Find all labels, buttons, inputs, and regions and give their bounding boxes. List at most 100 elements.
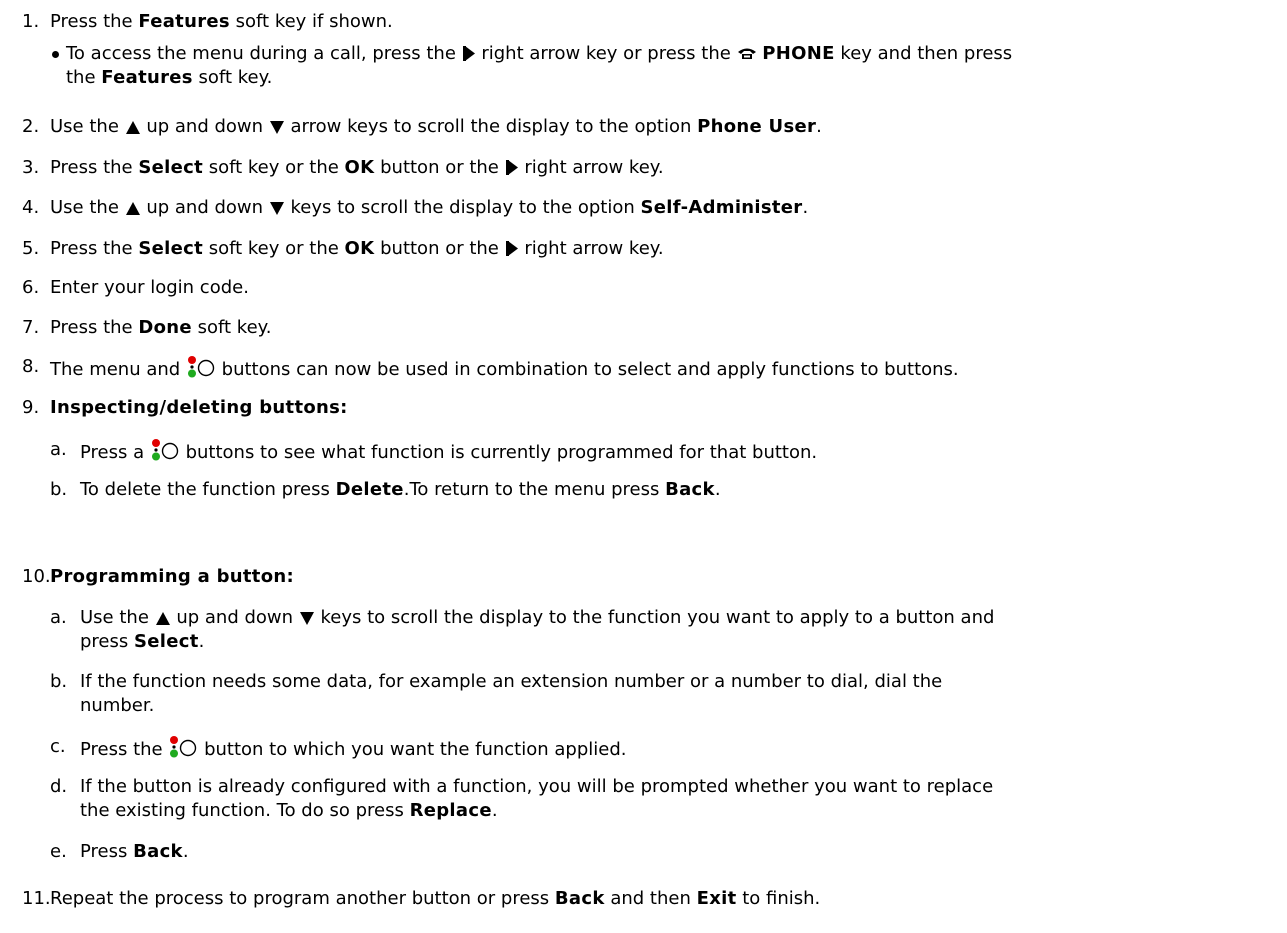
sub-step-text: number.: [80, 694, 154, 718]
sub-step-text: If the button is already configured with…: [80, 775, 993, 799]
step-text: Use the up and down keys to scroll the d…: [50, 196, 808, 220]
up-arrow-icon: [125, 121, 140, 134]
text-run: right arrow key or press the: [475, 43, 737, 64]
text-run: .: [198, 631, 205, 652]
text-run: and then: [604, 888, 697, 909]
bold-term: Programming a button:: [50, 566, 294, 587]
text-run: To delete the function press: [80, 479, 336, 500]
text-run: .: [802, 197, 809, 218]
text-run: keys to scroll the display to the functi…: [314, 607, 995, 628]
text-run: the existing function. To do so press: [80, 800, 410, 821]
text-run: Repeat the process to program another bu…: [50, 888, 555, 909]
down-arrow-icon: [299, 612, 314, 625]
bullet-text: the Features soft key.: [66, 66, 272, 90]
text-run: up and down: [140, 197, 269, 218]
text-run: .: [714, 479, 721, 500]
bold-term: Select: [138, 157, 203, 178]
bold-term: Inspecting/deleting buttons:: [50, 397, 348, 418]
sub-step-text: Press Back.: [80, 840, 189, 864]
bold-term: PHONE: [762, 43, 835, 64]
bold-term: Self-Administer: [640, 197, 803, 218]
text-run: right arrow key.: [518, 157, 664, 178]
bold-term: Back: [665, 479, 715, 500]
text-run: Press the: [50, 11, 139, 32]
bold-term: Exit: [696, 888, 737, 909]
step-text: Repeat the process to program another bu…: [50, 887, 820, 911]
bold-term: Select: [133, 631, 199, 652]
bold-term: OK: [344, 238, 375, 259]
step-number: 11.: [22, 888, 51, 909]
step-number: 10.: [22, 566, 51, 587]
button-lamp-icon: [187, 356, 215, 378]
phone-icon: [737, 48, 756, 59]
step-text: Inspecting/deleting buttons:: [50, 396, 348, 420]
bold-term: Back: [133, 841, 183, 862]
text-run: Press the: [50, 238, 139, 259]
step-text: Press the Done soft key.: [50, 316, 271, 340]
text-run: press: [80, 631, 134, 652]
text-run: button or the: [374, 238, 505, 259]
text-run: The menu and: [50, 359, 186, 380]
bold-term: Back: [554, 888, 605, 909]
text-run: Use the: [80, 607, 155, 628]
text-run: keys to scroll the display to the option: [284, 197, 641, 218]
step-number: 4.: [22, 197, 40, 218]
sub-step-text: Use the up and down keys to scroll the d…: [80, 606, 994, 630]
text-run: Press the: [80, 739, 169, 760]
text-run: button or the: [374, 157, 505, 178]
bold-term: Features: [138, 11, 230, 32]
step-number: 3.: [22, 157, 40, 178]
right-arrow-icon: [462, 46, 475, 61]
text-run: .: [182, 841, 189, 862]
step-text: Enter your login code.: [50, 276, 249, 300]
step-number: 1.: [22, 11, 40, 32]
text-run: up and down: [170, 607, 299, 628]
step-number: 5.: [22, 238, 40, 259]
button-lamp-icon: [170, 736, 197, 758]
down-arrow-icon: [269, 121, 284, 134]
sub-step-text: To delete the function press Delete.To r…: [80, 478, 721, 502]
step-text: Press the Select soft key or the OK butt…: [50, 237, 664, 261]
text-run: soft key or the: [202, 157, 345, 178]
text-run: button to which you want the function ap…: [198, 739, 627, 760]
bold-term: Delete: [335, 479, 404, 500]
down-arrow-icon: [269, 202, 284, 215]
sub-step-text: If the function needs some data, for exa…: [80, 670, 942, 694]
text-run: buttons to see what function is currentl…: [179, 442, 818, 463]
sub-step-text: Press a buttons to see what function is …: [80, 438, 817, 465]
text-run: soft key if shown.: [229, 11, 393, 32]
sub-step-letter: b.: [50, 479, 68, 500]
right-arrow-icon: [505, 160, 518, 175]
text-run: If the button is already configured with…: [80, 776, 994, 797]
text-run: soft key.: [192, 67, 273, 88]
text-run: right arrow key.: [518, 238, 664, 259]
text-run: .To return to the menu press: [403, 479, 666, 500]
step-number: 6.: [22, 277, 40, 298]
sub-step-letter: e.: [50, 841, 67, 862]
text-run: up and down: [140, 116, 269, 137]
step-number: 7.: [22, 317, 40, 338]
button-lamp-icon: [151, 439, 179, 461]
sub-step-letter: a.: [50, 607, 67, 628]
text-run: soft key.: [191, 317, 272, 338]
bold-term: Done: [138, 317, 192, 338]
bold-term: OK: [344, 157, 375, 178]
text-run: buttons can now be used in combination t…: [215, 359, 959, 380]
sub-step-letter: b.: [50, 671, 68, 692]
text-run: soft key or the: [202, 238, 345, 259]
text-run: arrow keys to scroll the display to the …: [284, 116, 698, 137]
text-run: To access the menu during a call, press …: [66, 43, 462, 64]
right-arrow-icon: [505, 241, 518, 256]
step-text: Use the up and down arrow keys to scroll…: [50, 115, 822, 139]
text-run: Enter your login code.: [50, 277, 249, 298]
sub-step-letter: a.: [50, 439, 67, 460]
text-run: Press the: [50, 157, 139, 178]
text-run: the: [66, 67, 102, 88]
up-arrow-icon: [155, 612, 170, 625]
bold-term: Select: [138, 238, 203, 259]
step-text: The menu and buttons can now be used in …: [50, 355, 959, 382]
text-run: Press a: [80, 442, 150, 463]
text-run: If the function needs some data, for exa…: [80, 671, 943, 692]
sub-step-text: the existing function. To do so press Re…: [80, 799, 498, 823]
text-run: number.: [80, 695, 155, 716]
